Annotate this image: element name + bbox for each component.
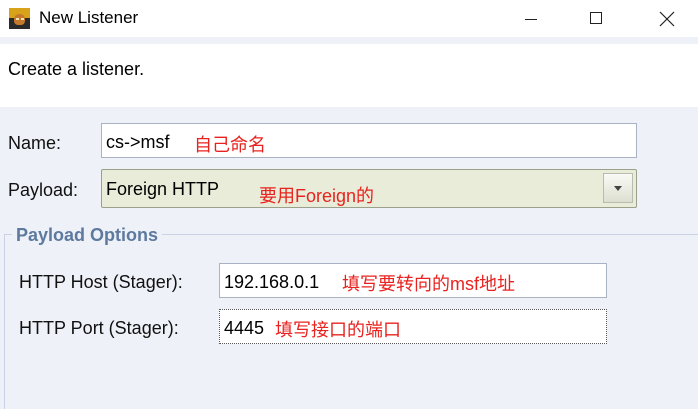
chevron-down-icon <box>614 186 622 191</box>
window-title: New Listener <box>39 8 139 27</box>
payload-label: Payload: <box>8 180 79 200</box>
close-icon <box>659 11 675 27</box>
description-panel: Create a listener. <box>0 44 698 107</box>
close-button[interactable] <box>644 0 690 37</box>
http-port-label: HTTP Port (Stager): <box>19 318 179 338</box>
name-value: cs->msf <box>106 132 170 152</box>
maximize-button[interactable] <box>574 0 620 37</box>
http-host-value: 192.168.0.1 <box>224 272 320 292</box>
name-annotation: 自己命名 <box>194 135 266 155</box>
payload-annotation: 要用Foreign的 <box>259 186 375 206</box>
http-port-value: 4445 <box>224 318 265 338</box>
maximize-icon <box>590 12 602 24</box>
app-avatar-icon <box>9 8 30 29</box>
group-border-left <box>4 234 5 409</box>
name-input[interactable]: cs->msf <box>101 123 637 158</box>
http-port-annotation: 填写接口的端口 <box>275 320 401 340</box>
description-text: Create a listener. <box>8 59 145 79</box>
name-label: Name: <box>8 133 62 153</box>
minimize-button[interactable] <box>508 0 554 37</box>
payload-options-title: Payload Options <box>12 225 163 246</box>
payload-value: Foreign HTTP <box>106 179 220 199</box>
new-listener-window: New Listener Create a listener. Name: cs… <box>0 0 698 409</box>
payload-dropdown-button[interactable] <box>603 173 633 203</box>
http-host-annotation: 填写要转向的msf地址 <box>342 274 515 294</box>
http-host-label: HTTP Host (Stager): <box>19 272 183 292</box>
minimize-icon <box>525 19 537 20</box>
title-bar[interactable]: New Listener <box>0 0 698 37</box>
